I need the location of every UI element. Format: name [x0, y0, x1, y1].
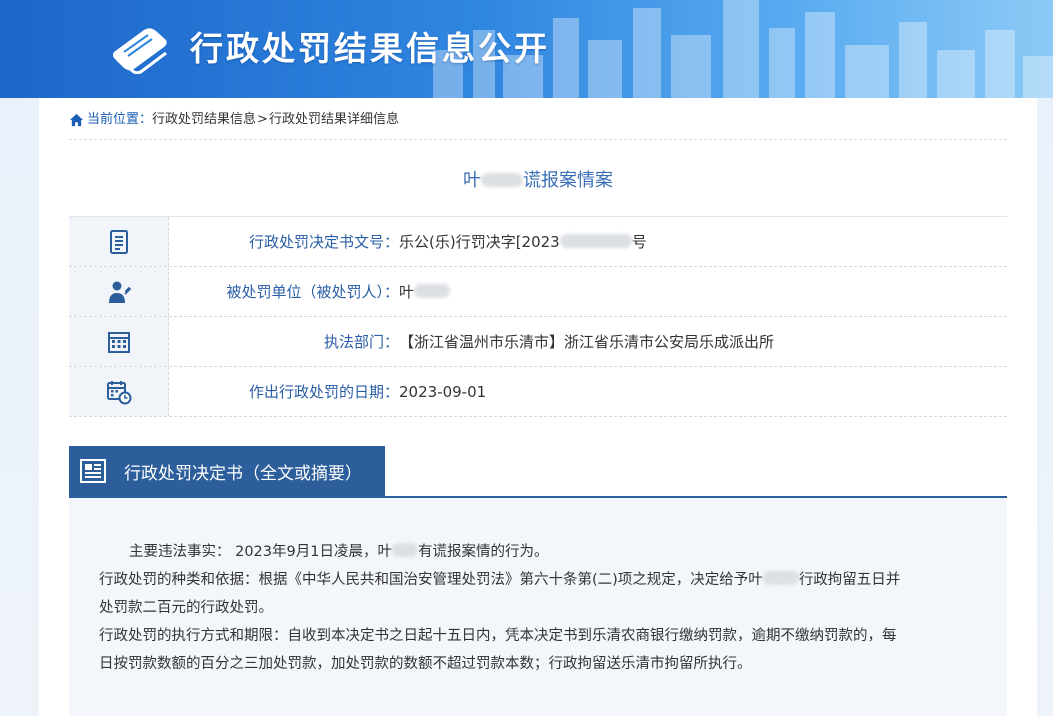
building-icon — [107, 331, 130, 353]
paragraph-penalty-basis: 行政处罚的种类和依据：根据《中华人民共和国治安管理处罚法》第六十条第(二)项之规… — [99, 566, 981, 594]
person-icon — [108, 281, 131, 303]
label-enforcement-dept: 执法部门： — [323, 333, 399, 351]
penalty-basis-text-b: 行政拘留五日并 — [798, 572, 901, 588]
home-icon — [69, 113, 84, 127]
breadcrumb: 当前位置： 行政处罚结果信息 > 行政处罚结果详细信息 — [69, 110, 399, 130]
paragraph-penalty-basis-cont: 处罚款二百元的行政处罚。 — [99, 600, 273, 616]
paragraph-violation-facts: 主要违法事实： 2023年9月1日凌晨，叶 有谎报案情的行为。 — [99, 538, 981, 566]
paragraph-execution-cont: 日按罚款数额的百分之三加处罚款，加处罚款的数额不超过罚款本数；行政拘留送乐清市拘… — [99, 656, 752, 672]
breadcrumb-current-label: 当前位置： — [87, 112, 153, 127]
case-title-suffix: 谎报案情案 — [523, 170, 613, 191]
redacted-name — [481, 173, 523, 187]
case-title: 叶 谎报案情案 — [69, 166, 1007, 192]
decision-section-title: 行政处罚决定书（全文或摘要） — [124, 463, 362, 484]
info-table: 行政处罚决定书文号： 乐公(乐)行罚决字[2023 号 被处罚单位（被处罚人）： … — [69, 216, 1007, 417]
case-title-prefix: 叶 — [463, 170, 481, 191]
value-penalized-party-text: 叶 — [399, 283, 415, 301]
decision-content: 主要违法事实： 2023年9月1日凌晨，叶 有谎报案情的行为。 行政处罚的种类和依… — [69, 498, 1007, 716]
breadcrumb-link-results[interactable]: 行政处罚结果信息 — [152, 110, 256, 130]
main-card: 当前位置： 行政处罚结果信息 > 行政处罚结果详细信息 叶 谎报案情案 行政处罚决… — [39, 98, 1037, 716]
document-icon — [109, 229, 128, 254]
paragraph-execution: 行政处罚的执行方式和期限：自收到本决定书之日起十五日内，凭本决定书到乐清农商银行… — [99, 628, 897, 644]
label-decision-number: 行政处罚决定书文号： — [248, 233, 399, 251]
redacted-name — [414, 284, 451, 298]
site-title: 行政处罚结果信息公开 — [190, 29, 550, 68]
value-penalized-party: 叶 — [399, 267, 451, 316]
divider — [69, 139, 1007, 140]
header-banner: 行政处罚结果信息公开 — [0, 0, 1053, 98]
value-enforcement-dept: 【浙江省温州市乐清市】浙江省乐清市公安局乐成派出所 — [399, 333, 775, 351]
value-decision-number-text: 乐公(乐)行罚决字[2023 — [399, 233, 560, 251]
redacted-name — [762, 571, 799, 585]
decision-section-header: 行政处罚决定书（全文或摘要） — [69, 446, 1007, 498]
info-row-decision-number: 行政处罚决定书文号： 乐公(乐)行罚决字[2023 号 — [69, 217, 1007, 267]
info-row-enforcement-dept: 执法部门： 【浙江省温州市乐清市】浙江省乐清市公安局乐成派出所 — [69, 317, 1007, 367]
label-penalized-party: 被处罚单位（被处罚人）： — [226, 283, 399, 301]
breadcrumb-link-detail[interactable]: 行政处罚结果详细信息 — [269, 110, 399, 130]
violation-facts-text-a: 主要违法事实： 2023年9月1日凌晨，叶 — [129, 544, 392, 560]
violation-facts-text-b: 有谎报案情的行为。 — [417, 544, 549, 560]
book-icon — [113, 28, 167, 74]
value-decision-number: 乐公(乐)行罚决字[2023 号 — [399, 217, 647, 266]
icon-cell — [69, 217, 169, 266]
decision-section-tab: 行政处罚决定书（全文或摘要） — [69, 446, 385, 496]
label-decision-date: 作出行政处罚的日期： — [248, 383, 399, 401]
info-row-penalized-party: 被处罚单位（被处罚人）： 叶 — [69, 267, 1007, 317]
icon-cell — [69, 317, 169, 366]
value-decision-date: 2023-09-01 — [399, 383, 487, 401]
icon-cell — [69, 367, 169, 416]
penalty-basis-text-a: 行政处罚的种类和依据：根据《中华人民共和国治安管理处罚法》第六十条第(二)项之规… — [99, 572, 763, 588]
newspaper-icon — [80, 459, 106, 483]
calendar-clock-icon — [106, 380, 131, 404]
redacted-number — [559, 234, 632, 248]
value-decision-number-tail: 号 — [631, 233, 647, 251]
redacted-name — [391, 543, 418, 557]
icon-cell — [69, 267, 169, 316]
breadcrumb-separator: > — [257, 112, 268, 127]
info-row-decision-date: 作出行政处罚的日期： 2023-09-01 — [69, 367, 1007, 417]
